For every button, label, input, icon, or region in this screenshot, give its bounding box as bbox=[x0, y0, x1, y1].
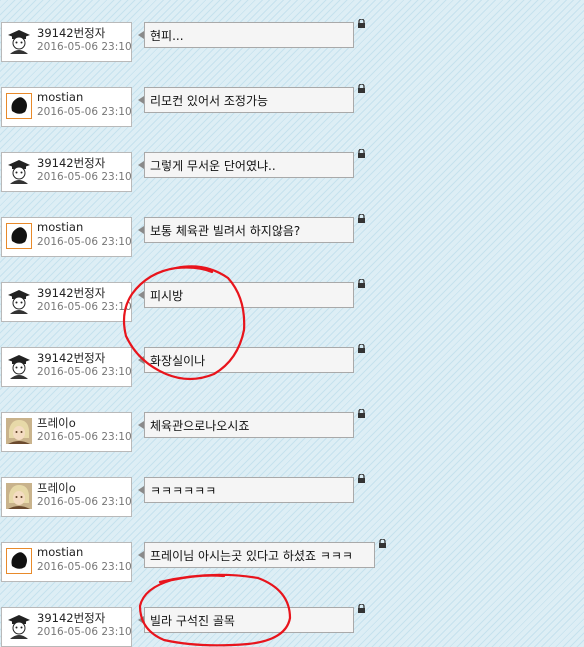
user-card[interactable]: mostian 2016-05-06 23:10 bbox=[1, 87, 132, 127]
message-bubble: 체육관으로나오시죠 bbox=[144, 412, 354, 438]
lock-icon[interactable] bbox=[357, 19, 366, 28]
message-bubble: 현피... bbox=[144, 22, 354, 48]
message-bubble: 빌라 구석진 골목 bbox=[144, 607, 354, 633]
username[interactable]: mostian bbox=[37, 545, 83, 559]
chat-row: 39142번정자 2016-05-06 23:10 빌라 구석진 골목 bbox=[0, 604, 584, 647]
lock-icon[interactable] bbox=[357, 149, 366, 158]
username[interactable]: 프레이o bbox=[37, 415, 76, 431]
message-bubble: 화장실이나 bbox=[144, 347, 354, 373]
message-bubble: 리모컨 있어서 조정가능 bbox=[144, 87, 354, 113]
user-card[interactable]: 39142번정자 2016-05-06 23:10 bbox=[1, 22, 132, 62]
anime-character-avatar-icon bbox=[6, 483, 32, 509]
student-avatar-icon bbox=[8, 30, 30, 54]
black-blob-avatar-icon bbox=[6, 93, 32, 119]
student-avatar-icon bbox=[8, 355, 30, 379]
timestamp: 2016-05-06 23:10 bbox=[37, 171, 132, 183]
lock-icon[interactable] bbox=[357, 84, 366, 93]
chat-row: 39142번정자 2016-05-06 23:10 현피... bbox=[0, 19, 584, 62]
lock-icon[interactable] bbox=[357, 604, 366, 613]
student-avatar-icon bbox=[8, 615, 30, 639]
chat-row: mostian 2016-05-06 23:10 리모컨 있어서 조정가능 bbox=[0, 84, 584, 127]
username[interactable]: 39142번정자 bbox=[37, 610, 105, 626]
username[interactable]: mostian bbox=[37, 220, 83, 234]
black-blob-avatar-icon bbox=[6, 223, 32, 249]
lock-icon[interactable] bbox=[357, 474, 366, 483]
black-blob-avatar-icon bbox=[6, 548, 32, 574]
chat-row: 프레이o 2016-05-06 23:10 ㅋㅋㅋㅋㅋㅋ bbox=[0, 474, 584, 517]
timestamp: 2016-05-06 23:10 bbox=[37, 106, 132, 118]
message-bubble: 그렇게 무서운 단어였냐.. bbox=[144, 152, 354, 178]
username[interactable]: 39142번정자 bbox=[37, 285, 105, 301]
timestamp: 2016-05-06 23:10 bbox=[37, 431, 132, 443]
username[interactable]: 39142번정자 bbox=[37, 350, 105, 366]
chat-row: 프레이o 2016-05-06 23:10 체육관으로나오시죠 bbox=[0, 409, 584, 452]
username[interactable]: mostian bbox=[37, 90, 83, 104]
lock-icon[interactable] bbox=[357, 344, 366, 353]
chat-row: mostian 2016-05-06 23:10 보통 체육관 빌려서 하지않음… bbox=[0, 214, 584, 257]
timestamp: 2016-05-06 23:10 bbox=[37, 626, 132, 638]
message-bubble: ㅋㅋㅋㅋㅋㅋ bbox=[144, 477, 354, 503]
student-avatar-icon bbox=[8, 160, 30, 184]
student-avatar-icon bbox=[8, 290, 30, 314]
timestamp: 2016-05-06 23:10 bbox=[37, 366, 132, 378]
user-card[interactable]: 프레이o 2016-05-06 23:10 bbox=[1, 477, 132, 517]
username[interactable]: 39142번정자 bbox=[37, 25, 105, 41]
message-bubble: 피시방 bbox=[144, 282, 354, 308]
anime-character-avatar-icon bbox=[6, 418, 32, 444]
message-bubble: 보통 체육관 빌려서 하지않음? bbox=[144, 217, 354, 243]
user-card[interactable]: 39142번정자 2016-05-06 23:10 bbox=[1, 347, 132, 387]
chat-row: 39142번정자 2016-05-06 23:10 그렇게 무서운 단어였냐.. bbox=[0, 149, 584, 192]
message-bubble: 프레이님 아시는곳 있다고 하셨죠 ㅋㅋㅋ bbox=[144, 542, 375, 568]
user-card[interactable]: 39142번정자 2016-05-06 23:10 bbox=[1, 282, 132, 322]
user-card[interactable]: mostian 2016-05-06 23:10 bbox=[1, 542, 132, 582]
lock-icon[interactable] bbox=[357, 409, 366, 418]
user-card[interactable]: mostian 2016-05-06 23:10 bbox=[1, 217, 132, 257]
lock-icon[interactable] bbox=[357, 214, 366, 223]
timestamp: 2016-05-06 23:10 bbox=[37, 301, 132, 313]
chat-row: 39142번정자 2016-05-06 23:10 피시방 bbox=[0, 279, 584, 322]
timestamp: 2016-05-06 23:10 bbox=[37, 561, 132, 573]
timestamp: 2016-05-06 23:10 bbox=[37, 496, 132, 508]
username[interactable]: 프레이o bbox=[37, 480, 76, 496]
username[interactable]: 39142번정자 bbox=[37, 155, 105, 171]
timestamp: 2016-05-06 23:10 bbox=[37, 41, 132, 53]
user-card[interactable]: 39142번정자 2016-05-06 23:10 bbox=[1, 152, 132, 192]
chat-row: 39142번정자 2016-05-06 23:10 화장실이나 bbox=[0, 344, 584, 387]
user-card[interactable]: 39142번정자 2016-05-06 23:10 bbox=[1, 607, 132, 647]
lock-icon[interactable] bbox=[357, 279, 366, 288]
lock-icon[interactable] bbox=[378, 539, 387, 548]
user-card[interactable]: 프레이o 2016-05-06 23:10 bbox=[1, 412, 132, 452]
chat-row: mostian 2016-05-06 23:10 프레이님 아시는곳 있다고 하… bbox=[0, 539, 584, 582]
timestamp: 2016-05-06 23:10 bbox=[37, 236, 132, 248]
